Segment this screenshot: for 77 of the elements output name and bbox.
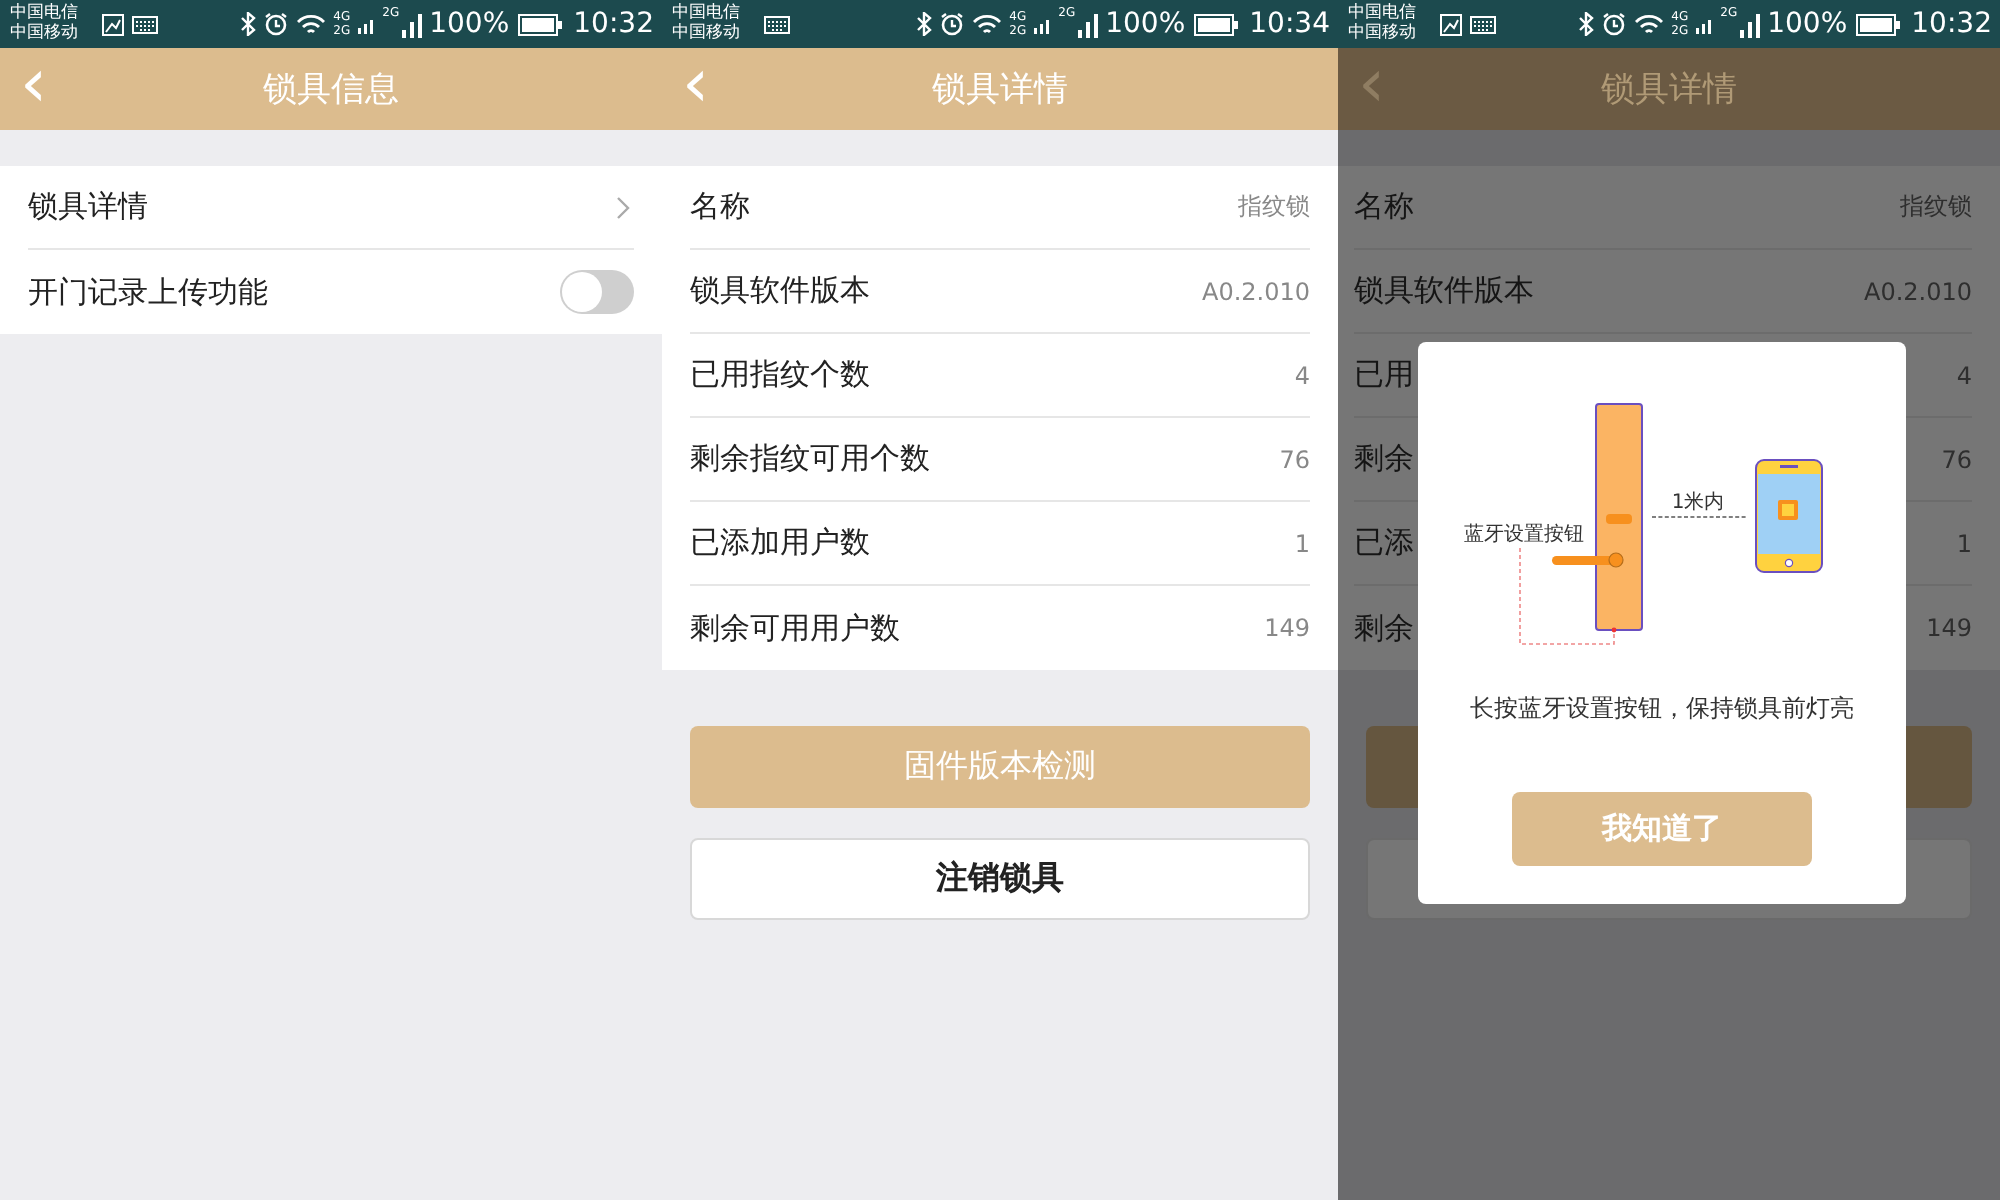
back-button[interactable]: ‹: [1358, 48, 1386, 120]
alarm-icon: [1601, 12, 1626, 36]
row-label: 已添: [1354, 524, 1414, 562]
row-label: 开门记录上传功能: [28, 273, 268, 311]
screen-title: 锁具详情: [1601, 68, 1737, 112]
row-label: 已添加用户数: [690, 524, 870, 562]
carrier-name: 中国电信: [1348, 5, 1416, 23]
row-value: 指纹锁: [1900, 190, 1972, 224]
wifi-icon: [971, 13, 1002, 35]
action-button[interactable]: 注销锁具: [690, 838, 1310, 920]
row-value: 149: [1264, 614, 1310, 642]
back-button[interactable]: ‹: [682, 48, 710, 120]
screen-title: 锁具信息: [263, 68, 399, 112]
row-label: 名称: [1354, 188, 1414, 226]
image-icon: [1440, 13, 1462, 35]
back-button[interactable]: ‹: [20, 48, 48, 120]
bluetooth-icon: [239, 12, 256, 36]
keyboard-icon: [764, 15, 790, 33]
wifi-icon: [1633, 13, 1664, 35]
signal-icon: [1696, 15, 1713, 33]
row-label: 剩余指纹可用个数: [690, 440, 930, 478]
battery-percent: 100%: [1105, 8, 1186, 40]
battery-icon: [1855, 13, 1900, 35]
distance-label: 1米内: [1671, 492, 1725, 514]
signal-icon: [1077, 11, 1098, 37]
carrier-name: 中国移动: [10, 25, 78, 43]
row-value: 1: [1294, 529, 1310, 557]
button-label: 蓝牙设置按钮: [1464, 524, 1584, 546]
row-value: A0.2.010: [1863, 277, 1972, 305]
row-value: 指纹锁: [1238, 190, 1310, 224]
keyboard-icon: [1470, 15, 1496, 33]
clock-time: 10:34: [1249, 8, 1330, 40]
carrier-name: 中国电信: [10, 5, 78, 23]
wifi-icon: [295, 13, 326, 35]
alarm-icon: [263, 12, 288, 36]
clock-time: 10:32: [1911, 8, 1992, 40]
row-value: 76: [1941, 445, 1972, 473]
signal-icon: [1034, 15, 1051, 33]
row-label: 剩余: [1354, 609, 1414, 647]
battery-icon: [1193, 13, 1238, 35]
dialog-message: 长按蓝牙设置按钮，保持锁具前灯亮: [1470, 692, 1854, 726]
battery-percent: 100%: [429, 8, 510, 40]
action-button[interactable]: 固件版本检测: [690, 726, 1310, 808]
toggle-switch[interactable]: [560, 270, 634, 314]
row-value: 1: [1956, 529, 1972, 557]
clock-time: 10:32: [573, 8, 654, 40]
bluetooth-icon: [915, 12, 932, 36]
row-value: 76: [1279, 445, 1310, 473]
row-value: 4: [1294, 361, 1310, 389]
row-value: 4: [1956, 361, 1972, 389]
row-label: 锁具软件版本: [690, 272, 870, 310]
row-label: 已用: [1354, 356, 1414, 394]
row-label: 剩余可用用户数: [690, 609, 900, 647]
row-value: A0.2.010: [1201, 277, 1310, 305]
image-icon: [102, 13, 124, 35]
carrier-name: 中国移动: [1348, 25, 1416, 43]
row-label: 已用指纹个数: [690, 356, 870, 394]
keyboard-icon: [132, 15, 158, 33]
battery-percent: 100%: [1767, 8, 1848, 40]
confirm-button[interactable]: 我知道了: [1512, 792, 1812, 866]
battery-icon: [517, 13, 562, 35]
row-label: 名称: [690, 188, 750, 226]
row-label: 剩余: [1354, 440, 1414, 478]
chevron-icon: [616, 195, 630, 219]
row-value: 149: [1926, 614, 1972, 642]
alarm-icon: [939, 12, 964, 36]
phone-drawing: [1755, 459, 1823, 573]
distance-line: [1651, 516, 1747, 518]
carrier-name: 中国电信: [672, 5, 740, 23]
screen-title: 锁具详情: [932, 68, 1068, 112]
carrier-name: 中国移动: [672, 25, 740, 43]
signal-icon: [1739, 11, 1760, 37]
bluetooth-icon: [1577, 12, 1594, 36]
list-item[interactable]: 锁具详情: [28, 166, 634, 250]
signal-icon: [358, 15, 375, 33]
row-label: 锁具软件版本: [1354, 272, 1534, 310]
signal-icon: [401, 11, 422, 37]
